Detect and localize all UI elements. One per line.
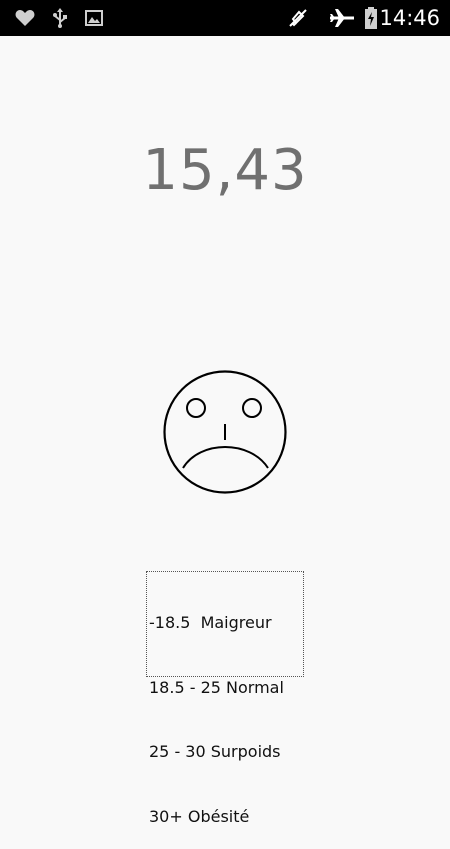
status-time: 14:46 [379, 6, 440, 30]
legend-line-normal: 18.5 - 25 Normal [149, 677, 284, 697]
bmi-value: 15,43 [142, 138, 308, 203]
bmi-legend: -18.5 Maigreur 18.5 - 25 Normal 25 - 30 … [146, 571, 304, 826]
mute-icon [286, 0, 310, 36]
legend-line-obesity: 30+ Obésité [149, 806, 250, 826]
sad-face-icon [162, 368, 288, 496]
battery-charging-icon [361, 0, 381, 36]
image-icon [84, 0, 104, 36]
usb-icon [50, 0, 70, 36]
status-bar: 14:46 [0, 0, 450, 36]
heart-icon [14, 0, 36, 36]
airplane-mode-icon [328, 0, 356, 36]
legend-line-underweight: -18.5 Maigreur [149, 613, 272, 632]
legend-line-overweight: 25 - 30 Surpoids [149, 742, 281, 761]
